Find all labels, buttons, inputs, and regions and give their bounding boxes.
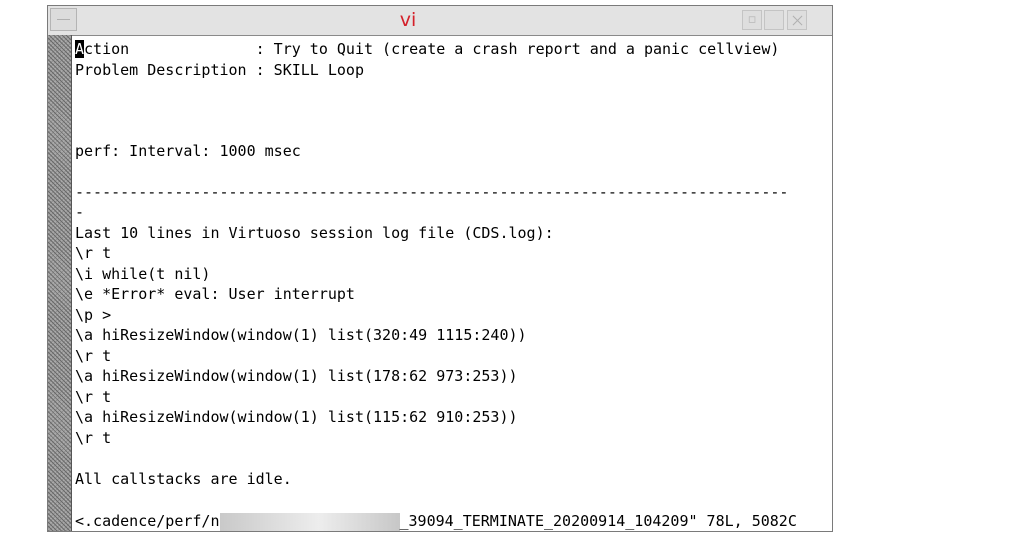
text-cursor: A xyxy=(75,40,85,58)
editor-line: \p > xyxy=(75,306,112,324)
editor-line-text: ction : Try to Quit (create a crash repo… xyxy=(84,40,780,58)
redacted-region xyxy=(219,512,400,531)
editor-line: \r t xyxy=(75,429,112,447)
window-menu-icon[interactable] xyxy=(50,8,77,31)
scrollbar[interactable] xyxy=(48,35,72,531)
editor-line: - xyxy=(75,203,85,221)
editor-line: \i while(t nil) xyxy=(75,265,211,283)
editor-text-area[interactable]: Action : Try to Quit (create a crash rep… xyxy=(75,39,830,531)
title-bar[interactable]: vi ▫ xyxy=(48,6,832,36)
status-line: <.cadence/perf/n _39094_TERMINATE_2020091… xyxy=(75,511,797,531)
editor-line: perf: Interval: 1000 msec xyxy=(75,142,301,160)
editor-line: \a hiResizeWindow(window(1) list(320:49 … xyxy=(75,326,527,344)
vi-window: vi ▫ Action : Try to Quit (create a cras… xyxy=(47,5,833,532)
minimize-icon[interactable]: ▫ xyxy=(742,10,762,30)
editor-line: Problem Description : SKILL Loop xyxy=(75,61,364,79)
close-icon[interactable] xyxy=(787,10,807,30)
maximize-icon[interactable] xyxy=(764,10,784,30)
editor-line: \r t xyxy=(75,388,112,406)
window-title: vi xyxy=(399,9,417,31)
editor-line: All callstacks are idle. xyxy=(75,470,292,488)
editor-line: \a hiResizeWindow(window(1) list(178:62 … xyxy=(75,367,518,385)
editor-line: \e *Error* eval: User interrupt xyxy=(75,285,355,303)
status-path-suffix: _39094_TERMINATE_20200914_104209" 78L, 5… xyxy=(399,512,797,530)
editor-line: Action : Try to Quit (create a crash rep… xyxy=(75,39,779,59)
status-path-prefix: <.cadence/perf/n xyxy=(75,512,220,530)
separator-line: ----------------------------------------… xyxy=(75,183,789,201)
editor-line: \r t xyxy=(75,347,112,365)
editor-line: \a hiResizeWindow(window(1) list(115:62 … xyxy=(75,408,518,426)
editor-line: \r t xyxy=(75,244,112,262)
editor-line: Last 10 lines in Virtuoso session log fi… xyxy=(75,224,554,242)
